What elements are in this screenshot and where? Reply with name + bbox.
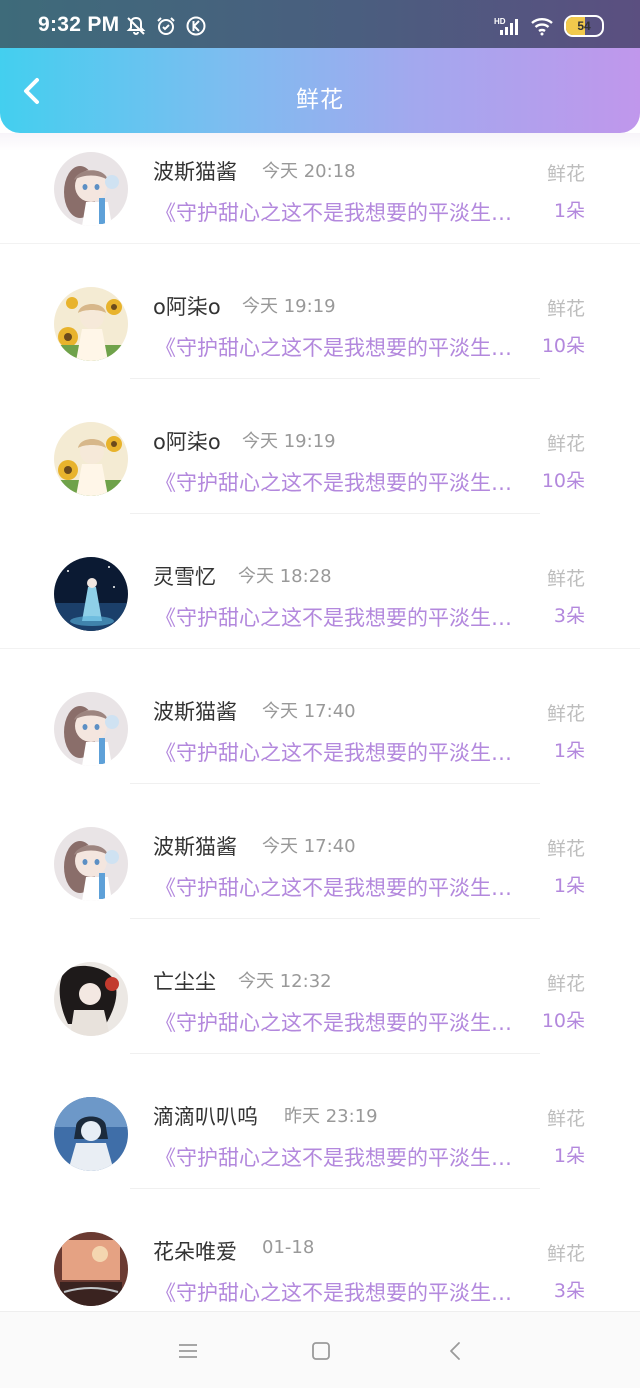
list-item[interactable]: 亡尘尘 今天 12:32 《守护甜心之这不是我想要的平淡生活》 鲜花 10朵: [0, 943, 640, 1078]
item-time: 今天 17:40: [262, 836, 356, 857]
list-item[interactable]: 波斯猫酱 今天 17:40 《守护甜心之这不是我想要的平淡生活》 鲜花 1朵: [0, 673, 640, 808]
user-name[interactable]: o阿柒o: [153, 291, 221, 321]
svg-text:HD: HD: [494, 17, 506, 26]
gift-count: 3朵: [553, 605, 585, 627]
flower-record-list[interactable]: 波斯猫酱 今天 20:18 《守护甜心之这不是我想要的平淡生活》 鲜花 1朵 o…: [0, 133, 640, 1311]
back-triangle-icon[interactable]: [444, 1340, 466, 1362]
status-time: 9:32 PM: [38, 13, 120, 36]
menu-icon[interactable]: [177, 1340, 199, 1362]
list-item[interactable]: o阿柒o 今天 19:19 《守护甜心之这不是我想要的平淡生活》 鲜花 10朵: [0, 268, 640, 403]
gift-count: 1朵: [553, 1145, 585, 1167]
user-name[interactable]: 亡尘尘: [153, 966, 216, 996]
gift-type: 鲜花: [546, 568, 585, 590]
user-name[interactable]: 灵雪忆: [153, 561, 216, 591]
list-item[interactable]: 波斯猫酱 今天 17:40 《守护甜心之这不是我想要的平淡生活》 鲜花 1朵: [0, 808, 640, 943]
gift-type: 鲜花: [546, 703, 585, 725]
list-item[interactable]: 灵雪忆 今天 18:28 《守护甜心之这不是我想要的平淡生活》 鲜花 3朵: [0, 538, 640, 673]
divider: [130, 1053, 540, 1054]
page-title: 鲜花: [296, 87, 344, 113]
item-time: 今天 17:40: [262, 701, 356, 722]
gift-type: 鲜花: [546, 1108, 585, 1130]
gift-type: 鲜花: [546, 973, 585, 995]
gift-count: 10朵: [541, 335, 585, 357]
user-name[interactable]: 波斯猫酱: [153, 696, 237, 726]
avatar[interactable]: [54, 1232, 128, 1306]
avatar[interactable]: [54, 827, 128, 901]
book-title[interactable]: 《守护甜心之这不是我想要的平淡生活》: [155, 602, 530, 632]
gift-type: 鲜花: [546, 298, 585, 320]
item-time: 今天 19:19: [242, 431, 336, 452]
gift-count: 3朵: [553, 1280, 585, 1302]
gift-type: 鲜花: [546, 1243, 585, 1265]
divider: [130, 378, 540, 379]
item-time: 今天 12:32: [238, 971, 332, 992]
divider: [130, 1188, 540, 1189]
gift-type: 鲜花: [546, 433, 585, 455]
alarm-icon: [157, 17, 175, 35]
avatar[interactable]: [54, 1097, 128, 1171]
user-name[interactable]: 滴滴叭叭呜: [153, 1101, 258, 1131]
divider: [0, 243, 640, 244]
user-name[interactable]: 波斯猫酱: [153, 831, 237, 861]
book-title[interactable]: 《守护甜心之这不是我想要的平淡生活》: [155, 467, 530, 497]
book-title[interactable]: 《守护甜心之这不是我想要的平淡生活》: [155, 197, 530, 227]
divider: [130, 513, 540, 514]
status-bar: 9:32 PM HD 54: [0, 0, 640, 48]
mute-icon: [126, 16, 146, 35]
user-name[interactable]: 花朵唯爱: [153, 1236, 237, 1266]
divider: [130, 783, 540, 784]
gift-count: 10朵: [541, 470, 585, 492]
gift-count: 1朵: [553, 740, 585, 762]
item-time: 今天 19:19: [242, 296, 336, 317]
divider: [130, 918, 540, 919]
user-name[interactable]: o阿柒o: [153, 426, 221, 456]
book-title[interactable]: 《守护甜心之这不是我想要的平淡生活》: [155, 737, 530, 767]
avatar[interactable]: [54, 152, 128, 226]
gift-type: 鲜花: [546, 163, 585, 185]
gift-type: 鲜花: [546, 838, 585, 860]
book-title[interactable]: 《守护甜心之这不是我想要的平淡生活》: [155, 332, 530, 362]
wifi-icon: [531, 18, 553, 36]
item-time: 01-18: [262, 1237, 315, 1258]
item-time: 今天 20:18: [262, 161, 356, 182]
gift-count: 1朵: [553, 200, 585, 222]
gift-count: 1朵: [553, 875, 585, 897]
gift-count: 10朵: [541, 1010, 585, 1032]
book-title[interactable]: 《守护甜心之这不是我想要的平淡生活》: [155, 872, 530, 902]
battery-icon: 54: [564, 15, 604, 37]
list-item[interactable]: 花朵唯爱 01-18 《守护甜心之这不是我想要的平淡生活》 鲜花 3朵: [0, 1213, 640, 1311]
battery-level: 54: [577, 19, 591, 33]
list-item[interactable]: o阿柒o 今天 19:19 《守护甜心之这不是我想要的平淡生活》 鲜花 10朵: [0, 403, 640, 538]
list-item[interactable]: 波斯猫酱 今天 20:18 《守护甜心之这不是我想要的平淡生活》 鲜花 1朵: [0, 133, 640, 268]
avatar[interactable]: [54, 692, 128, 766]
list-item[interactable]: 滴滴叭叭呜 昨天 23:19 《守护甜心之这不是我想要的平淡生活》 鲜花 1朵: [0, 1078, 640, 1213]
k-icon: [186, 16, 206, 36]
hd-signal-icon: HD: [494, 17, 518, 35]
avatar[interactable]: [54, 557, 128, 631]
avatar[interactable]: [54, 962, 128, 1036]
book-title[interactable]: 《守护甜心之这不是我想要的平淡生活》: [155, 1277, 530, 1307]
app-header: 鲜花: [0, 48, 640, 133]
avatar[interactable]: [54, 422, 128, 496]
user-name[interactable]: 波斯猫酱: [153, 156, 237, 186]
home-square-icon[interactable]: [310, 1340, 332, 1362]
book-title[interactable]: 《守护甜心之这不是我想要的平淡生活》: [155, 1007, 530, 1037]
item-time: 昨天 23:19: [284, 1106, 378, 1127]
book-title[interactable]: 《守护甜心之这不是我想要的平淡生活》: [155, 1142, 530, 1172]
item-time: 今天 18:28: [238, 566, 332, 587]
system-nav-bar: [0, 1311, 640, 1388]
divider: [0, 648, 640, 649]
avatar[interactable]: [54, 287, 128, 361]
